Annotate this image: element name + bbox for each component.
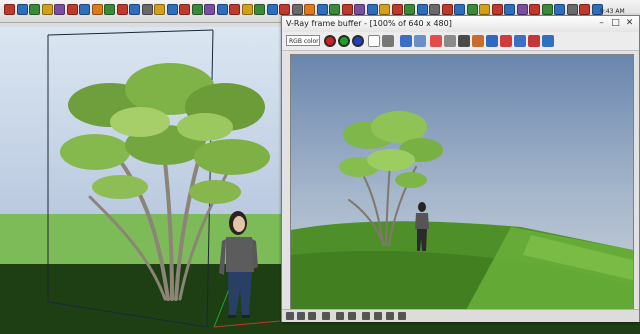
toolbar-tool-icon[interactable] [466,4,478,15]
toolbar-tool-icon[interactable] [504,4,515,15]
alpha-channel-icon[interactable] [368,35,380,47]
rendered-tree-foliage [339,111,443,188]
toolbar-tool-icon[interactable] [191,4,203,15]
toolbar-tool-icon[interactable] [79,4,90,15]
show-corrections-icon[interactable] [472,35,484,47]
toolbar-tool-icon[interactable] [204,4,215,15]
toolbar-tool-icon[interactable] [241,4,253,15]
region-render-icon[interactable] [514,35,526,47]
status-icon[interactable] [362,312,370,320]
status-icon[interactable] [336,312,344,320]
toolbar-tool-icon[interactable] [29,4,40,15]
clear-image-icon[interactable] [430,35,442,47]
toolbar-tool-icon[interactable] [104,4,115,15]
toolbar-tool-icon[interactable] [179,4,190,15]
toolbar-tool-icon[interactable] [579,4,590,15]
toolbar-tool-icon[interactable] [91,4,103,15]
toolbar-tool-icon[interactable] [541,4,553,15]
status-icon[interactable] [286,312,294,320]
toolbar-tool-icon[interactable] [354,4,365,15]
toolbar-tool-icon[interactable] [491,4,503,15]
maximize-button[interactable]: □ [610,18,621,29]
toolbar-tool-icon[interactable] [216,4,228,15]
red-axis [213,320,281,328]
toolbar-tool-icon[interactable] [54,4,65,15]
system-clock: 9:43 AM [600,8,625,15]
toolbar-tool-icon[interactable] [479,4,490,15]
toolbar-tool-icon[interactable] [391,4,403,15]
close-button[interactable]: ✕ [624,18,635,29]
toolbar-tool-icon[interactable] [129,4,140,15]
toolbar-tool-icon[interactable] [141,4,153,15]
render-icon[interactable] [500,35,512,47]
vfb-title: V-Ray frame buffer - [100% of 640 x 480] [286,19,452,28]
vfb-title-bar[interactable]: V-Ray frame buffer - [100% of 640 x 480]… [282,16,639,33]
status-icon[interactable] [297,312,305,320]
toolbar-tool-icon[interactable] [516,4,528,15]
toolbar-tool-icon[interactable] [566,4,578,15]
toolbar-tool-icon[interactable] [529,4,540,15]
toolbar-tool-icon[interactable] [366,4,378,15]
toolbar-tool-icon[interactable] [316,4,328,15]
vfb-status-bar [282,309,639,322]
toolbar-tool-icon[interactable] [441,4,453,15]
toolbar-tool-icon[interactable] [154,4,165,15]
toolbar-tool-icon[interactable] [379,4,390,15]
toolbar-tool-icon[interactable] [341,4,353,15]
track-mouse-icon[interactable] [458,35,470,47]
blue-channel-icon[interactable] [352,35,364,47]
toolbar-tool-icon[interactable] [116,4,128,15]
person-figure [219,211,258,318]
channel-select[interactable]: RGB color [286,35,320,46]
red-channel-icon[interactable] [324,35,336,47]
toolbar-tool-icon[interactable] [266,4,278,15]
sketchup-window: 9:43 AM V-Ray frame buffer - [100% of 64… [0,0,640,334]
status-icon[interactable] [348,312,356,320]
load-image-icon[interactable] [414,35,426,47]
toolbar-tool-icon[interactable] [304,4,315,15]
toolbar-tool-icon[interactable] [291,4,303,15]
toolbar-tool-icon[interactable] [16,4,28,15]
toolbar-tool-icon[interactable] [454,4,465,15]
toolbar-tool-icon[interactable] [279,4,290,15]
history-icon[interactable] [528,35,540,47]
render-image[interactable] [290,54,634,311]
tree-foliage [60,63,270,204]
rendered-scene [291,111,633,310]
lens-effects-icon[interactable] [486,35,498,47]
stop-render-icon[interactable] [542,35,554,47]
green-channel-icon[interactable] [338,35,350,47]
toolbar-tool-icon[interactable] [404,4,415,15]
toolbar-tool-icon[interactable] [554,4,565,15]
toolbar-tool-icon[interactable] [66,4,78,15]
toolbar-tool-icon[interactable] [4,4,15,15]
status-icon[interactable] [374,312,382,320]
vray-frame-buffer-window[interactable]: V-Ray frame buffer - [100% of 640 x 480]… [281,15,640,322]
status-icon[interactable] [322,312,330,320]
status-icon[interactable] [386,312,394,320]
toolbar-tool-icon[interactable] [41,4,53,15]
status-icon[interactable] [308,312,316,320]
vfb-toolbar: RGB color [282,32,639,51]
toolbar-tool-icon[interactable] [229,4,240,15]
toolbar-tool-icon[interactable] [254,4,265,15]
toolbar-tool-icon[interactable] [329,4,340,15]
status-icon[interactable] [398,312,406,320]
toolbar-tool-icon[interactable] [166,4,178,15]
duplicate-icon[interactable] [444,35,456,47]
monochrome-icon[interactable] [382,35,394,47]
toolbar-tool-icon[interactable] [416,4,428,15]
toolbar-tool-icon[interactable] [429,4,440,15]
save-image-icon[interactable] [400,35,412,47]
minimize-button[interactable]: – [596,18,607,29]
